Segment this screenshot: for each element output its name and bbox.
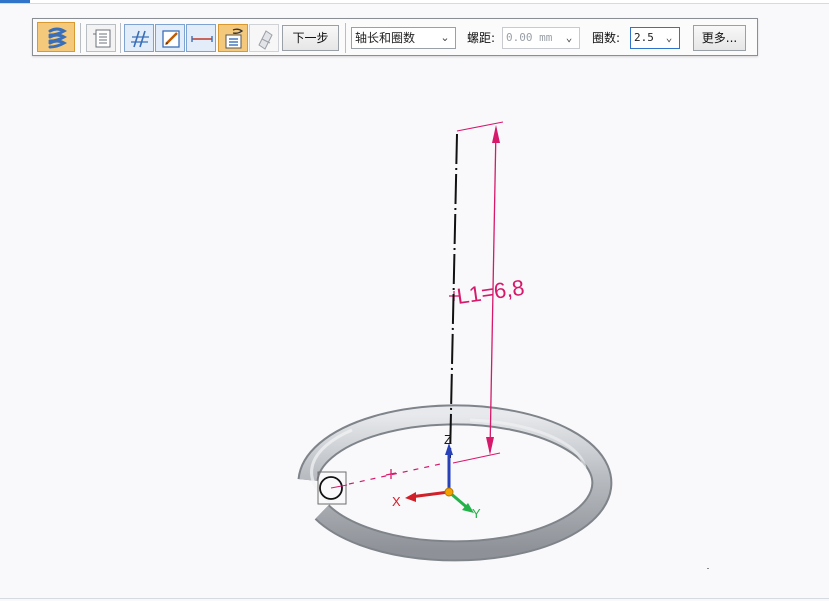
radius-construction-line (348, 462, 446, 485)
helix-method-dropdown[interactable]: 轴长和圈数 ⌄ (351, 27, 456, 49)
axis-line-icon (191, 36, 213, 42)
turns-label: 圈数: (592, 31, 621, 45)
chevron-down-icon: ⌄ (565, 31, 573, 44)
window-bottom-border (0, 598, 829, 599)
z-axis-label: Z (444, 432, 452, 447)
cross-section-profile[interactable] (317, 471, 348, 505)
turns-value[interactable]: 2.5 (634, 31, 654, 44)
x-axis-label: X (392, 494, 401, 509)
helix-method-value: 轴长和圈数 (355, 31, 416, 45)
sketch-pencil-icon (162, 30, 180, 48)
options-list-icon (93, 29, 111, 48)
cross-section-step-button[interactable] (155, 24, 185, 52)
pitch-value: 0.00 mm (506, 31, 553, 44)
select-axis-step-button[interactable] (124, 24, 154, 52)
toolbar-separator (80, 23, 81, 53)
helix-options-button[interactable] (86, 24, 116, 52)
turns-field[interactable]: 2.5 ⌄ (630, 27, 680, 49)
chevron-down-icon: ⌄ (440, 31, 450, 44)
helix-parameters-icon (225, 28, 244, 49)
extent-step-button[interactable] (249, 24, 279, 52)
y-axis-label: Y (472, 506, 481, 521)
helix-command-bar: 下一步 轴长和圈数 ⌄ 螺距: 0.00 mm ⌄ 圈数: 2.5 ⌄ 更多..… (32, 18, 758, 56)
toolbar-separator (345, 23, 346, 53)
helix-parameters-step-button[interactable] (218, 24, 248, 52)
pitch-field: 0.00 mm ⌄ (502, 27, 580, 49)
chevron-down-icon: ⌄ (665, 31, 673, 44)
helix-icon (48, 27, 68, 49)
extent-icon (258, 30, 273, 50)
coordinate-triad: Z X Y (392, 432, 481, 521)
helix-feature-button[interactable] (37, 22, 75, 52)
3d-viewport[interactable]: L1=6,8 Z X Y (0, 60, 829, 601)
toolbar-separator (120, 23, 121, 53)
more-options-button[interactable]: 更多... (693, 25, 746, 51)
start-point-step-button[interactable] (186, 24, 216, 52)
dimension-value-label[interactable]: L1=6,8 (455, 275, 526, 309)
viewport-speck (707, 568, 709, 569)
window-top-strip (0, 0, 829, 4)
next-step-button[interactable]: 下一步 (282, 25, 339, 51)
parallel-axis-icon (131, 30, 149, 48)
active-tab-accent (0, 0, 30, 3)
pitch-label: 螺距: (467, 31, 496, 45)
